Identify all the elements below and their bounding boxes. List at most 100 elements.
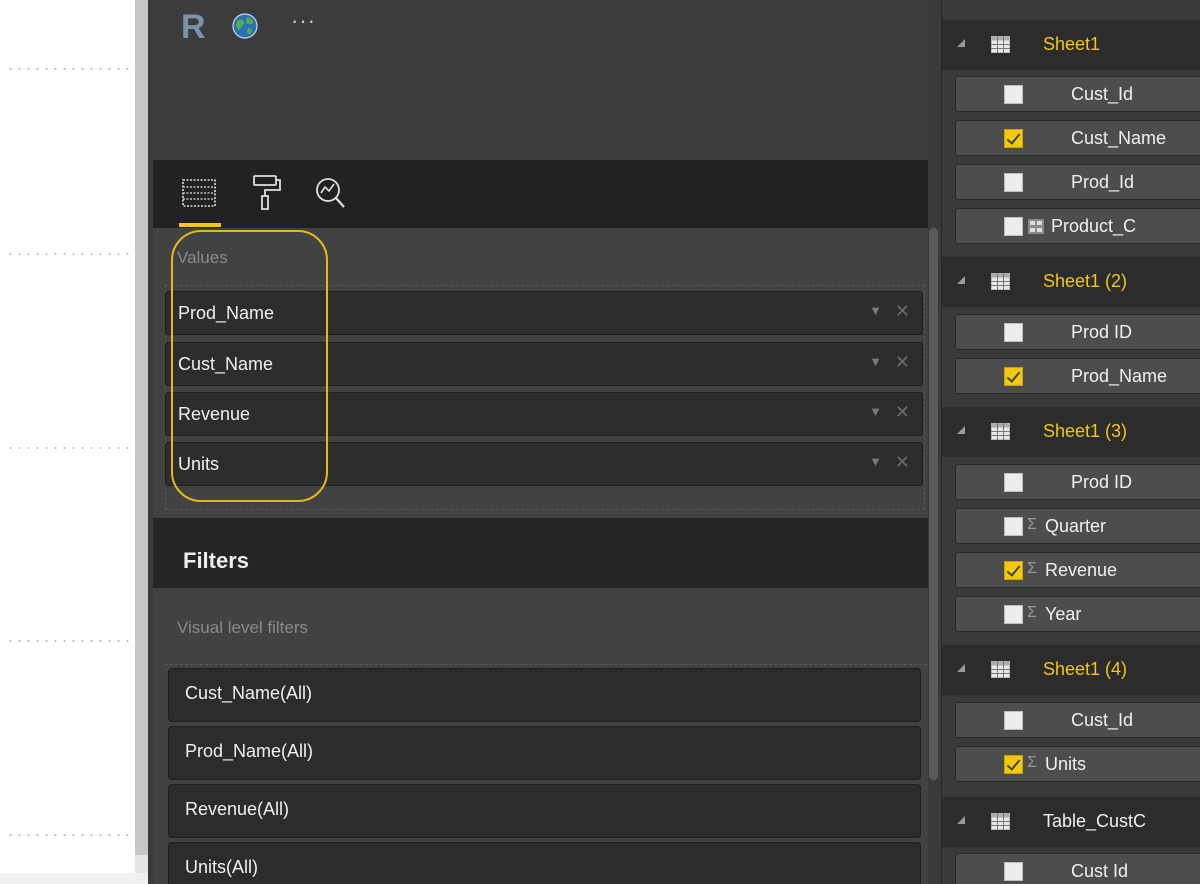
remove-field-icon[interactable]: ✕ [895, 402, 910, 423]
more-visuals-icon[interactable]: ··· [291, 10, 316, 32]
field-cust-name[interactable]: Cust_Name [955, 120, 1200, 156]
filter-card-cust-name[interactable]: Cust_Name(All) [168, 668, 921, 722]
filter-label: Prod_Name(All) [185, 741, 314, 761]
field-name: Units [1045, 754, 1087, 774]
table-name: Sheet1 (4) [1043, 659, 1128, 679]
active-tab-indicator [179, 223, 221, 227]
filters-header: Filters [153, 518, 928, 588]
field-checkbox[interactable] [1004, 755, 1023, 774]
collapse-arrow-icon[interactable] [957, 816, 965, 824]
field-checkbox[interactable] [1004, 561, 1023, 580]
hierarchy-icon [1028, 219, 1044, 234]
canvas-scrollbar-thumb[interactable] [135, 0, 148, 855]
field-checkbox[interactable] [1004, 711, 1023, 730]
fields-tab-icon[interactable] [179, 170, 219, 214]
dropdown-arrow-icon[interactable]: ▼ [869, 303, 882, 318]
field-cust-id[interactable]: Cust_Id [955, 76, 1200, 112]
filter-label: Revenue(All) [185, 799, 290, 819]
field-checkbox[interactable] [1004, 517, 1023, 536]
field-prod-id[interactable]: Prod ID [955, 464, 1200, 500]
field-checkbox[interactable] [1004, 217, 1023, 236]
field-product-c[interactable]: Product_C [955, 208, 1200, 244]
visual-level-filters-label: Visual level filters [177, 618, 309, 637]
field-cust-id[interactable]: Cust Id [955, 853, 1200, 884]
field-name: Product_C [1051, 216, 1137, 236]
sigma-icon: Σ [1027, 560, 1037, 577]
field-name: Prod_Name [1071, 366, 1168, 386]
filter-card-units[interactable]: Units(All) [168, 842, 921, 884]
table-sheet1-4[interactable]: Sheet1 (4) [942, 645, 1200, 695]
collapse-arrow-icon[interactable] [957, 276, 965, 284]
field-prod-id[interactable]: Prod_Id [955, 164, 1200, 200]
field-name: Cust Id [1071, 861, 1129, 881]
field-quarter[interactable]: Σ Quarter [955, 508, 1200, 544]
globe-map-icon[interactable] [231, 12, 259, 40]
table-table-custc[interactable]: Table_CustC [942, 797, 1200, 847]
visualizations-pane: R ··· Values Prod_Name ▼ ✕ Cust_Name ▼ ✕… [148, 0, 941, 884]
field-checkbox[interactable] [1004, 323, 1023, 342]
dropdown-arrow-icon[interactable]: ▼ [869, 404, 882, 419]
collapse-arrow-icon[interactable] [957, 664, 965, 672]
field-name: Cust_Name [1071, 128, 1167, 148]
table-icon [991, 273, 1010, 290]
canvas-grid-dots [6, 68, 132, 70]
field-units[interactable]: Σ Units [955, 746, 1200, 782]
table-icon [991, 813, 1010, 830]
remove-field-icon[interactable]: ✕ [895, 452, 910, 473]
filter-card-revenue[interactable]: Revenue(All) [168, 784, 921, 838]
field-name: Prod ID [1071, 472, 1133, 492]
field-prod-name[interactable]: Prod_Name [955, 358, 1200, 394]
field-name: Year [1045, 604, 1082, 624]
format-paint-roller-icon[interactable] [247, 170, 287, 214]
dropdown-arrow-icon[interactable]: ▼ [869, 454, 882, 469]
sigma-icon: Σ [1027, 516, 1037, 533]
sigma-icon: Σ [1027, 754, 1037, 771]
table-icon [991, 661, 1010, 678]
field-checkbox[interactable] [1004, 173, 1023, 192]
field-year[interactable]: Σ Year [955, 596, 1200, 632]
field-name: Revenue [1045, 560, 1118, 580]
table-sheet1-3[interactable]: Sheet1 (3) [942, 407, 1200, 457]
r-script-visual-icon[interactable]: R [181, 10, 206, 44]
table-icon [991, 36, 1010, 53]
field-checkbox[interactable] [1004, 862, 1023, 881]
table-sheet1[interactable]: Sheet1 [942, 20, 1200, 70]
field-name: Prod_Id [1071, 172, 1135, 192]
field-checkbox[interactable] [1004, 85, 1023, 104]
values-well: Values Prod_Name ▼ ✕ Cust_Name ▼ ✕ Reven… [153, 228, 928, 518]
field-revenue[interactable]: Σ Revenue [955, 552, 1200, 588]
filter-card-prod-name[interactable]: Prod_Name(All) [168, 726, 921, 780]
field-checkbox[interactable] [1004, 367, 1023, 386]
dropdown-arrow-icon[interactable]: ▼ [869, 354, 882, 369]
field-cust-id[interactable]: Cust_Id [955, 702, 1200, 738]
filters-title: Filters [183, 548, 250, 573]
remove-field-icon[interactable]: ✕ [895, 301, 910, 322]
field-prod-id[interactable]: Prod ID [955, 314, 1200, 350]
remove-field-icon[interactable]: ✕ [895, 352, 910, 373]
pane-tabs [153, 160, 928, 228]
field-checkbox[interactable] [1004, 605, 1023, 624]
table-name: Sheet1 (3) [1043, 421, 1128, 441]
canvas-grid-dots [6, 640, 132, 642]
table-name: Sheet1 [1043, 34, 1101, 54]
fields-pane: Sheet1 Cust_Id Cust_Name Prod_Id Product… [941, 0, 1200, 884]
field-checkbox[interactable] [1004, 129, 1023, 148]
highlight-annotation [171, 230, 328, 502]
sigma-icon: Σ [1027, 604, 1037, 621]
canvas-scrollbar[interactable] [135, 0, 148, 884]
table-icon [991, 423, 1010, 440]
table-sheet1-2[interactable]: Sheet1 (2) [942, 257, 1200, 307]
visual-gallery: R ··· [153, 0, 928, 160]
field-name: Prod ID [1071, 322, 1133, 342]
canvas-grid-dots [6, 447, 132, 449]
analytics-magnifier-icon[interactable] [311, 170, 351, 214]
pane-scrollbar[interactable] [929, 228, 938, 780]
filter-label: Units(All) [185, 857, 259, 877]
table-name: Sheet1 (2) [1043, 271, 1128, 291]
field-name: Cust_Id [1071, 710, 1134, 730]
canvas-bottom-edge [0, 873, 148, 884]
collapse-arrow-icon[interactable] [957, 426, 965, 434]
field-checkbox[interactable] [1004, 473, 1023, 492]
report-canvas[interactable] [0, 0, 135, 884]
collapse-arrow-icon[interactable] [957, 39, 965, 47]
